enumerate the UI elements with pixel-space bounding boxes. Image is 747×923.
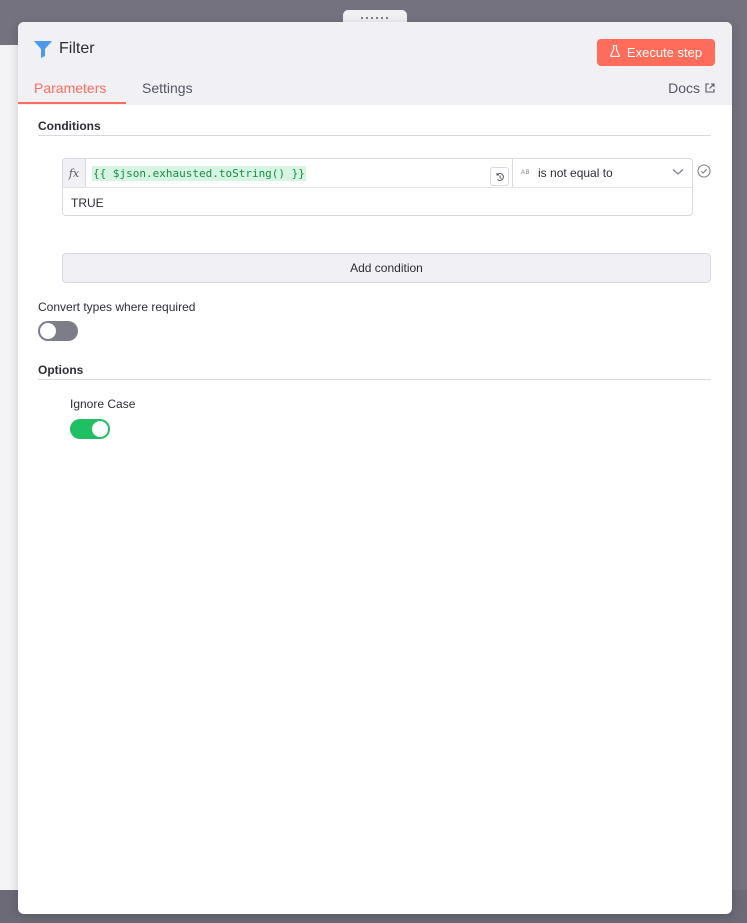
mapping-icon[interactable] (490, 167, 509, 186)
title-row: Filter (34, 40, 95, 58)
active-tab-indicator (18, 102, 126, 104)
conditions-heading: Conditions (38, 119, 101, 133)
operator-select[interactable]: AB is not equal to (512, 159, 692, 187)
ignore-case-toggle[interactable] (70, 419, 110, 439)
docs-link[interactable]: Docs (668, 80, 715, 96)
condition-row: fx {{ $json.exhausted.toString() }} AB i… (62, 158, 693, 216)
options-heading: Options (38, 363, 84, 377)
toggle-knob (92, 421, 108, 437)
type-badge: AB (521, 170, 531, 176)
panel-title: Filter (59, 40, 95, 57)
execute-step-label: Execute step (626, 45, 703, 60)
flask-icon (610, 44, 620, 60)
panel-header: Filter Execute step Parameters Settings … (18, 22, 732, 105)
convert-types-toggle[interactable] (38, 321, 78, 341)
right-value-input[interactable]: TRUE (71, 196, 104, 210)
chevron-down-icon (672, 169, 684, 175)
options-divider (38, 379, 711, 380)
conditions-divider (38, 135, 711, 136)
left-value-expression: {{ $json.exhausted.toString() }} (92, 165, 306, 181)
ignore-case-label: Ignore Case (70, 397, 136, 411)
condition-inputs: fx {{ $json.exhausted.toString() }} AB i… (63, 159, 692, 188)
toggle-knob (40, 323, 56, 339)
external-link-icon (705, 83, 715, 93)
node-panel: Filter Execute step Parameters Settings … (18, 22, 732, 914)
left-value-input[interactable]: {{ $json.exhausted.toString() }} (86, 159, 512, 187)
execute-step-button[interactable]: Execute step (597, 39, 715, 66)
docs-label: Docs (668, 80, 700, 96)
tab-parameters[interactable]: Parameters (34, 80, 106, 96)
operator-label: is not equal to (538, 166, 613, 180)
funnel-icon (34, 40, 52, 58)
tab-settings[interactable]: Settings (142, 80, 193, 96)
check-circle-icon (697, 164, 711, 178)
add-condition-button[interactable]: Add condition (62, 253, 711, 283)
convert-types-label: Convert types where required (38, 300, 196, 314)
expression-fx-icon: fx (63, 159, 86, 187)
backdrop-canvas (0, 45, 18, 890)
tab-bar: Parameters Settings Docs (18, 78, 732, 105)
